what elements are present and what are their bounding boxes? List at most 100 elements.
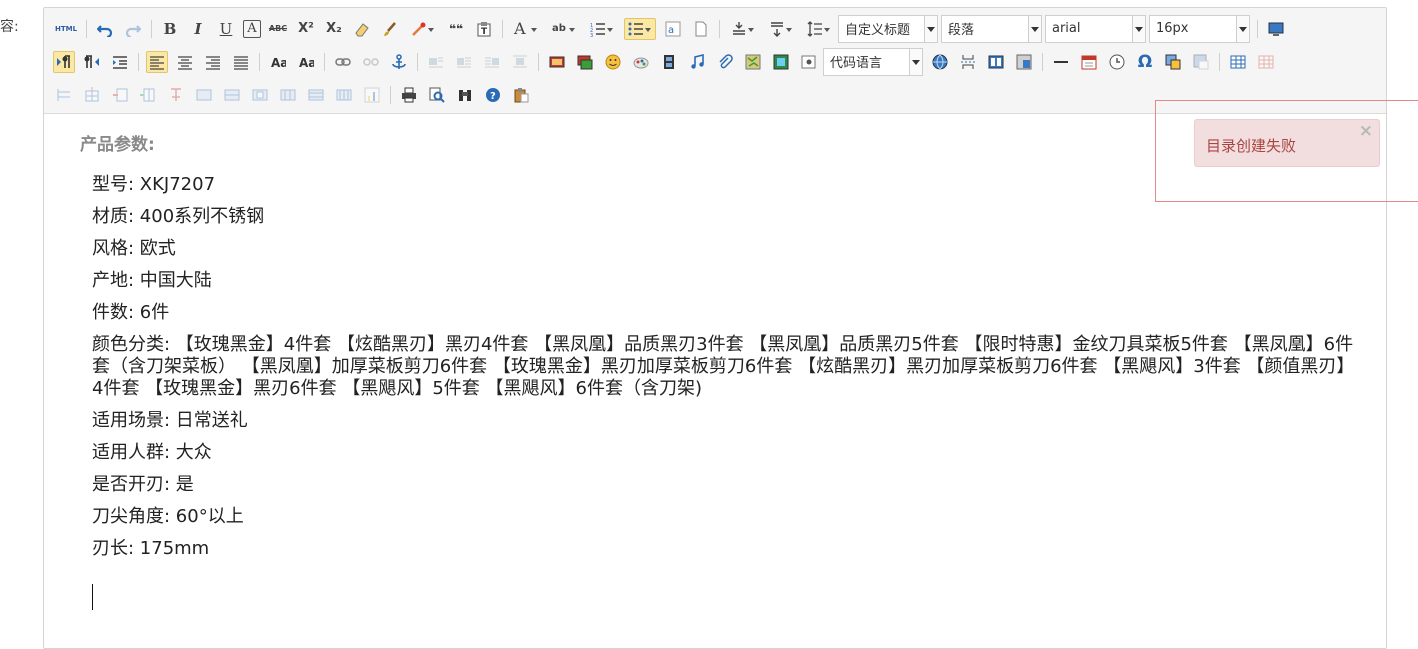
search-replace-button[interactable] [454, 84, 476, 106]
delete-row-button[interactable] [109, 84, 131, 106]
link-icon [335, 57, 351, 66]
image-right-button[interactable] [481, 51, 503, 73]
param-sharpened: 是否开刃: 是 [92, 474, 194, 495]
ordered-list-button[interactable]: 123 [586, 18, 618, 40]
line-height-button[interactable] [803, 18, 835, 40]
font-size-select[interactable]: 16px [1149, 14, 1250, 43]
link-button[interactable] [332, 51, 354, 73]
help-button[interactable]: ? [482, 84, 504, 106]
align-left-button[interactable] [146, 50, 168, 73]
insert-frame-button[interactable]: a [662, 18, 684, 40]
insert-frame-2-button[interactable] [798, 51, 820, 73]
map-button[interactable] [742, 51, 764, 73]
fullscreen-button[interactable] [1265, 18, 1287, 40]
calendar-icon [1081, 55, 1097, 69]
insert-row-button[interactable] [81, 84, 103, 106]
source-code-button[interactable]: HTML [53, 18, 79, 40]
toolbar-separator [138, 52, 139, 71]
merge-down-button[interactable] [249, 84, 271, 106]
redo-button[interactable] [122, 18, 144, 40]
undo-button[interactable] [94, 18, 116, 40]
direction-rtl-button[interactable] [81, 51, 103, 73]
insert-time-button[interactable] [1106, 51, 1128, 73]
split-to-cells-button[interactable] [277, 84, 299, 106]
split-to-rows-button[interactable] [305, 84, 327, 106]
delete-col-button[interactable] [165, 84, 187, 106]
anchor-button[interactable] [388, 51, 410, 73]
snapscreen-button[interactable] [1162, 51, 1184, 73]
music-button[interactable] [686, 51, 708, 73]
merge-cells-button[interactable] [193, 84, 215, 106]
align-right-button[interactable] [202, 51, 224, 73]
unlink-button[interactable] [360, 51, 382, 73]
chart-button[interactable] [361, 84, 383, 106]
unordered-list-button[interactable] [624, 17, 656, 40]
align-justify-button[interactable] [230, 51, 252, 73]
insert-video-button[interactable] [658, 51, 680, 73]
auto-format-button[interactable] [407, 18, 439, 40]
page-break-button[interactable] [690, 18, 712, 40]
row-spacing-bottom-button[interactable] [765, 18, 797, 40]
font-family-select[interactable]: arial [1045, 14, 1146, 43]
subscript-button[interactable]: X₂ [323, 18, 345, 40]
background-button[interactable] [1013, 51, 1035, 73]
font-color-button[interactable]: A [510, 18, 542, 40]
bold-button[interactable]: B [159, 18, 181, 40]
simple-upload-button[interactable] [546, 51, 568, 73]
chart-icon [364, 87, 380, 102]
underline-button[interactable]: U [215, 18, 237, 40]
gmap-button[interactable] [770, 51, 792, 73]
row-spacing-top-button[interactable] [727, 18, 759, 40]
paste-plain-button[interactable]: T [473, 18, 495, 40]
close-icon[interactable]: × [1359, 121, 1373, 141]
highlight-button[interactable]: ab [548, 18, 580, 40]
special-chars-button[interactable]: Ω [1134, 51, 1156, 73]
direction-ltr-button[interactable] [53, 50, 75, 73]
font-border-button[interactable]: A [243, 19, 261, 38]
palette-icon [633, 57, 649, 68]
align-center-button[interactable] [174, 51, 196, 73]
paragraph-format-select[interactable]: 段落 [941, 14, 1042, 43]
strikethrough-button[interactable]: ABC [267, 18, 289, 40]
preview-button[interactable] [426, 84, 448, 106]
image-center-button[interactable] [509, 51, 531, 73]
indent-button[interactable] [109, 51, 131, 73]
italic-button[interactable]: I [187, 18, 209, 40]
superscript-button[interactable]: X² [295, 18, 317, 40]
image-icon [549, 56, 565, 67]
tolowercase-button[interactable]: Aa [295, 51, 317, 73]
insert-row-icon [85, 86, 99, 101]
brush-icon [384, 21, 396, 36]
insert-col-button[interactable] [137, 84, 159, 106]
table-paragraph-icon [57, 88, 70, 101]
brush-button[interactable] [379, 18, 401, 40]
insert-table-button[interactable] [1227, 51, 1249, 73]
insert-date-button[interactable] [1078, 51, 1100, 73]
touppercase-button[interactable]: Aa [267, 51, 289, 73]
split-to-cols-button[interactable] [333, 84, 355, 106]
image-left-button[interactable] [453, 51, 475, 73]
map-icon [745, 54, 761, 69]
blockquote-button[interactable]: ❝❝ [445, 18, 467, 40]
word-image-button[interactable] [1190, 51, 1212, 73]
format-match-button[interactable] [351, 18, 373, 40]
attachment-button[interactable] [714, 51, 736, 73]
custom-heading-select[interactable]: 自定义标题 [838, 14, 938, 43]
align-left-icon [150, 55, 164, 70]
emotion-button[interactable] [602, 51, 624, 73]
scrawl-button[interactable] [630, 51, 652, 73]
undo-icon [97, 24, 113, 37]
insert-paragraph-before-table-button[interactable] [53, 84, 75, 106]
web-app-button[interactable] [929, 51, 951, 73]
insert-image-button[interactable] [574, 51, 596, 73]
delete-table-button[interactable] [1255, 51, 1277, 73]
template-button[interactable] [985, 51, 1007, 73]
svg-text:T: T [481, 27, 488, 37]
image-none-button[interactable] [425, 51, 447, 73]
draft-button[interactable] [510, 84, 532, 106]
merge-right-button[interactable] [221, 84, 243, 106]
horizontal-rule-button[interactable] [1050, 51, 1072, 73]
code-language-select[interactable]: 代码语言 [823, 47, 923, 76]
page-break-2-button[interactable] [957, 51, 979, 73]
print-button[interactable] [398, 84, 420, 106]
